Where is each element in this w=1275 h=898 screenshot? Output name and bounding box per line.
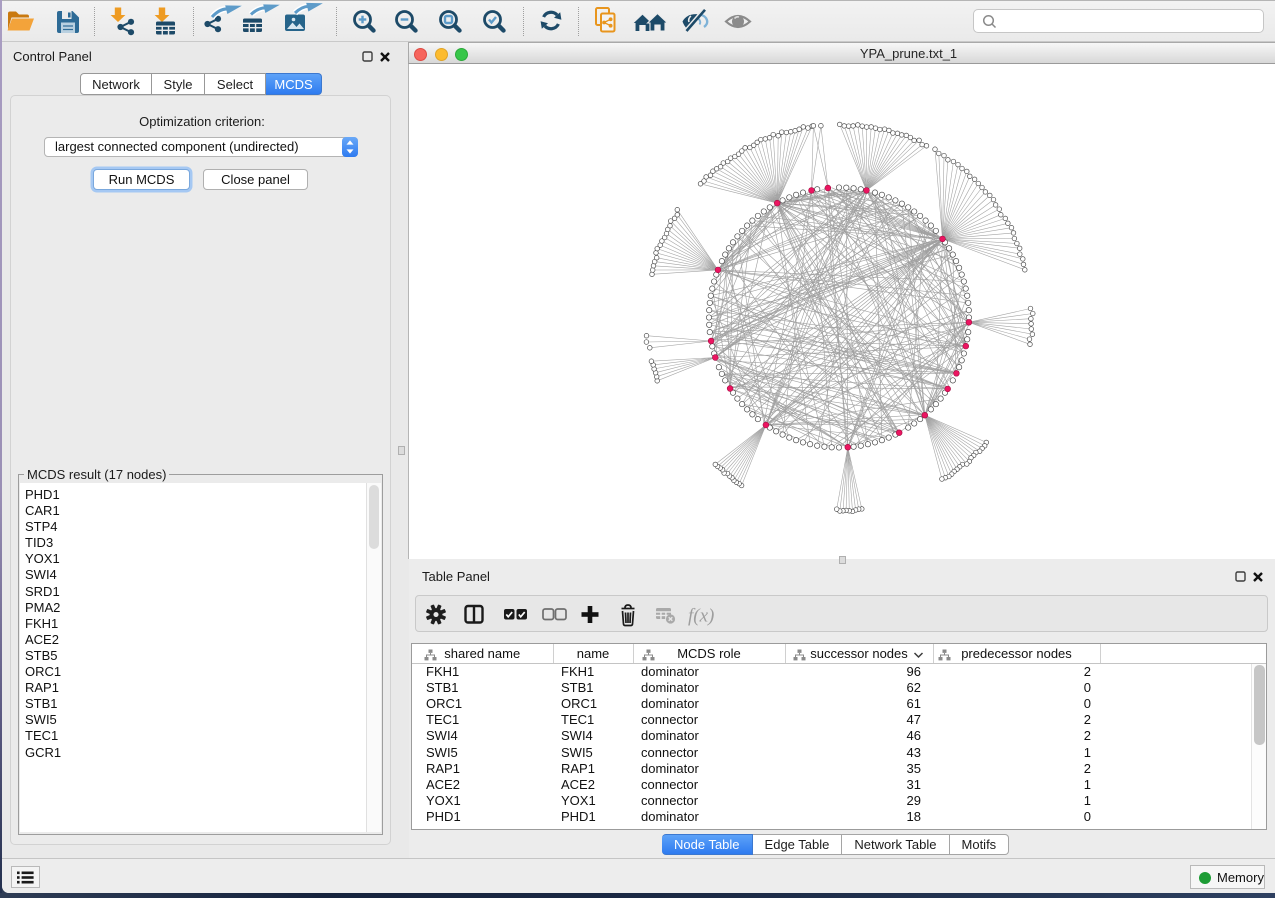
svg-text:f(x): f(x)	[688, 606, 714, 627]
